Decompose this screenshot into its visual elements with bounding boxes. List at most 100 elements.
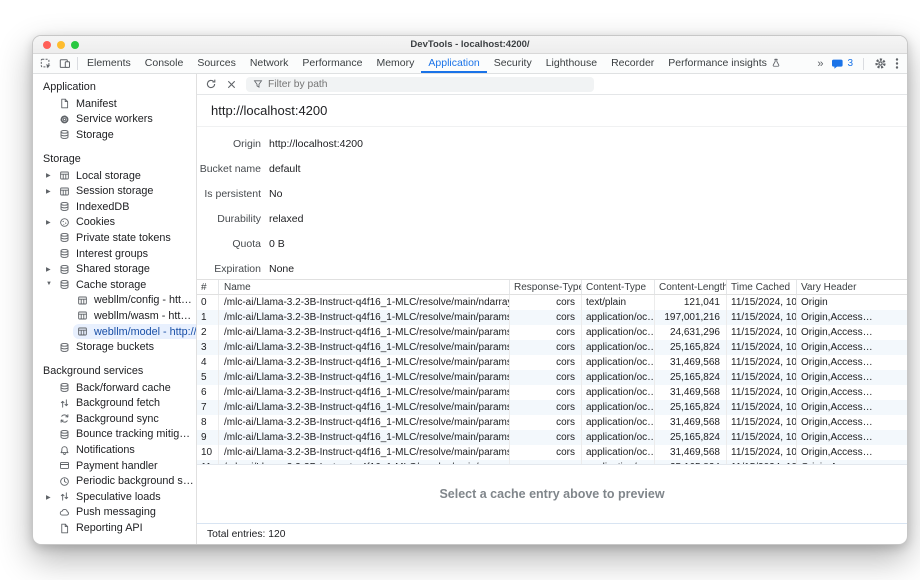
sidebar-item-cache-storage[interactable]: ▼Cache storage [33, 277, 196, 293]
column-header-vary-header[interactable]: Vary Header [797, 280, 907, 294]
table-row[interactable]: 3/mlc-ai/Llama-3.2-3B-Instruct-q4f16_1-M… [197, 340, 907, 355]
desktop: DevTools - localhost:4200/ Ele [0, 0, 920, 580]
sidebar-item-webllm-model-http-loc[interactable]: webllm/model - http://loc… [33, 324, 196, 340]
tab-memory[interactable]: Memory [369, 54, 421, 73]
cell-content-length: 25,165,824 [655, 400, 727, 415]
cell-time-cached: 11/15/2024, 10… [727, 295, 797, 310]
column-header-response-type[interactable]: Response-Type [510, 280, 582, 294]
sidebar-item-service-workers[interactable]: Service workers [33, 112, 196, 128]
sidebar-item-back-forward-cache[interactable]: Back/forward cache [33, 380, 196, 396]
table-row[interactable]: 2/mlc-ai/Llama-3.2-3B-Instruct-q4f16_1-M… [197, 325, 907, 340]
table-row[interactable]: 8/mlc-ai/Llama-3.2-3B-Instruct-q4f16_1-M… [197, 415, 907, 430]
sidebar-item-webllm-wasm-http-loca[interactable]: webllm/wasm - http://loca… [33, 308, 196, 324]
sidebar-item-private-state-tokens[interactable]: Private state tokens [33, 230, 196, 246]
chevron-right-icon[interactable]: ▶ [46, 188, 54, 195]
device-toolbar-icon[interactable] [59, 58, 71, 70]
tab-performance[interactable]: Performance [295, 54, 369, 73]
cell-vary-header: Origin,Access… [797, 340, 907, 355]
chevron-right-icon[interactable]: ▶ [46, 172, 54, 179]
cell-vary-header: Origin,Access… [797, 310, 907, 325]
cloud-icon [59, 507, 70, 518]
cell-content-type: application/oc… [582, 310, 655, 325]
sidebar-item-payment-handler[interactable]: Payment handler [33, 458, 196, 474]
sidebar-item-bounce-tracking-mitigations[interactable]: Bounce tracking mitigations [33, 427, 196, 443]
tab-security[interactable]: Security [487, 54, 539, 73]
column-header-content-length[interactable]: Content-Length [655, 280, 727, 294]
cell-content-type: application/oc… [582, 355, 655, 370]
sidebar-item-local-storage[interactable]: ▶Local storage [33, 168, 196, 184]
table-row[interactable]: 10/mlc-ai/Llama-3.2-3B-Instruct-q4f16_1-… [197, 445, 907, 460]
chevron-right-icon[interactable]: ▶ [46, 266, 54, 273]
tab-network[interactable]: Network [243, 54, 296, 73]
sidebar-item-label: webllm/config - http://loc… [94, 294, 196, 306]
tab-application[interactable]: Application [421, 54, 486, 73]
tab-console[interactable]: Console [138, 54, 191, 73]
chevron-right-icon[interactable]: ▶ [46, 219, 54, 226]
sidebar-item-background-fetch[interactable]: Background fetch [33, 396, 196, 412]
cell-: 7 [197, 400, 219, 415]
sidebar-section-title: Application [33, 79, 196, 96]
cell-: 5 [197, 370, 219, 385]
sync-icon [59, 413, 70, 424]
sidebar-item-label: Storage buckets [76, 341, 154, 353]
tab-elements[interactable]: Elements [80, 54, 138, 73]
inspect-element-icon[interactable] [40, 58, 52, 70]
issues-counter[interactable]: 3 [831, 58, 853, 70]
tab-lighthouse[interactable]: Lighthouse [539, 54, 604, 73]
cell-response-type: cors [510, 295, 582, 310]
sidebar-item-speculative-loads[interactable]: ▶Speculative loads [33, 489, 196, 505]
table-row[interactable]: 1/mlc-ai/Llama-3.2-3B-Instruct-q4f16_1-M… [197, 310, 907, 325]
table-row[interactable]: 0/mlc-ai/Llama-3.2-3B-Instruct-q4f16_1-M… [197, 295, 907, 310]
database-icon [59, 129, 70, 140]
sidebar-item-webllm-config-http-loc[interactable]: webllm/config - http://loc… [33, 293, 196, 309]
cell-name: /mlc-ai/Llama-3.2-3B-Instruct-q4f16_1-ML… [219, 430, 510, 445]
sidebar-item-background-sync[interactable]: Background sync [33, 411, 196, 427]
column-header-name[interactable]: Name [219, 280, 510, 294]
table-row[interactable]: 9/mlc-ai/Llama-3.2-3B-Instruct-q4f16_1-M… [197, 430, 907, 445]
sidebar-item-label: Shared storage [76, 263, 150, 275]
tab-recorder[interactable]: Recorder [604, 54, 661, 73]
sidebar-item-storage-buckets[interactable]: Storage buckets [33, 339, 196, 355]
sidebar-item-periodic-background-sync[interactable]: Periodic background sync [33, 473, 196, 489]
table-row[interactable]: 7/mlc-ai/Llama-3.2-3B-Instruct-q4f16_1-M… [197, 400, 907, 415]
filter-input[interactable] [268, 79, 587, 90]
column-header-[interactable]: # [197, 280, 219, 294]
sidebar-item-shared-storage[interactable]: ▶ Shared storage [33, 261, 196, 277]
sidebar-item-cookies[interactable]: ▶Cookies [33, 215, 196, 231]
clear-icon[interactable] [226, 79, 237, 90]
column-header-content-type[interactable]: Content-Type [582, 280, 655, 294]
sidebar-item-reporting-api[interactable]: Reporting API [33, 520, 196, 536]
table-icon [59, 186, 70, 197]
chevron-down-icon[interactable]: ▼ [46, 281, 54, 287]
sidebar-item-session-storage[interactable]: ▶Session storage [33, 183, 196, 199]
cell-response-type: cors [510, 370, 582, 385]
sidebar-item-content: Cache storage [33, 277, 196, 293]
sidebar-item-interest-groups[interactable]: Interest groups [33, 246, 196, 262]
sidebar-item-indexeddb[interactable]: IndexedDB [33, 199, 196, 215]
sidebar-item-notifications[interactable]: Notifications [33, 442, 196, 458]
table-row[interactable]: 4/mlc-ai/Llama-3.2-3B-Instruct-q4f16_1-M… [197, 355, 907, 370]
issues-bubble-icon [831, 58, 844, 70]
sidebar-item-manifest[interactable]: Manifest [33, 96, 196, 112]
cell-vary-header: Origin,Access… [797, 415, 907, 430]
sidebar-item-label: Storage [76, 129, 114, 141]
sidebar-item-push-messaging[interactable]: Push messaging [33, 505, 196, 521]
chevron-right-icon[interactable]: ▶ [46, 494, 54, 501]
refresh-icon[interactable] [205, 78, 217, 90]
metadata-row-durability: Durabilityrelaxed [197, 206, 907, 231]
cell-: 2 [197, 325, 219, 340]
more-tabs-button[interactable]: » [817, 58, 823, 70]
cell-content-type: application/oc… [582, 430, 655, 445]
table-row[interactable]: 5/mlc-ai/Llama-3.2-3B-Instruct-q4f16_1-M… [197, 370, 907, 385]
table-row[interactable]: 6/mlc-ai/Llama-3.2-3B-Instruct-q4f16_1-M… [197, 385, 907, 400]
tab-performance-insights[interactable]: Performance insights [661, 54, 788, 73]
sidebar-item-content: Session storage [33, 183, 196, 199]
column-header-time-cached[interactable]: Time Cached [727, 280, 797, 294]
database-icon [59, 232, 70, 243]
filter-field[interactable] [246, 77, 594, 92]
sidebar-item-storage[interactable]: Storage [33, 127, 196, 143]
tab-sources[interactable]: Sources [190, 54, 243, 73]
settings-gear-icon[interactable] [874, 57, 887, 70]
cell-content-type: application/oc… [582, 445, 655, 460]
kebab-menu-icon[interactable] [895, 57, 899, 70]
